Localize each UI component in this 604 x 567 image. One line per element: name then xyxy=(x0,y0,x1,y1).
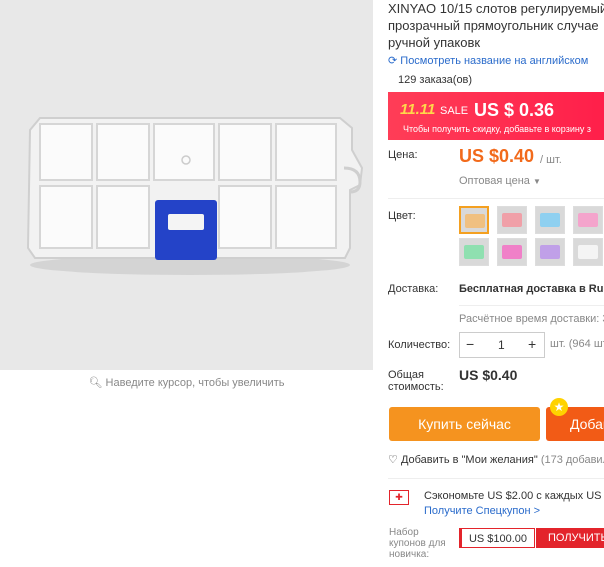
caret-down-icon: ▼ xyxy=(532,177,541,186)
wishlist-link[interactable]: ♡ Добавить в "Мои желания" (173 добавил xyxy=(388,453,604,466)
wishlist-count: (173 добавил xyxy=(540,454,604,466)
translate-link-text[interactable]: Посмотреть название на английском xyxy=(400,55,588,67)
divider xyxy=(388,478,604,479)
wholesale-price-toggle[interactable]: Оптовая цена ▼ xyxy=(459,175,541,187)
sale-label: SALE xyxy=(440,105,469,117)
quantity-input[interactable]: 1 xyxy=(498,338,505,352)
decrement-button[interactable]: − xyxy=(466,336,474,352)
shipping-label: Доставка: xyxy=(388,283,439,295)
color-swatch-green[interactable] xyxy=(459,238,489,266)
color-swatch-red[interactable] xyxy=(497,206,527,234)
swatch-thumbnail xyxy=(502,245,522,259)
color-swatch-orange[interactable] xyxy=(459,206,489,234)
price-unit: / шт. xyxy=(540,154,562,166)
zoom-hint-text: Наведите курсор, чтобы увеличить xyxy=(105,377,285,389)
sale-price: US $ 0.36 xyxy=(474,100,555,120)
star-badge-icon: ★ xyxy=(550,398,568,416)
add-to-cart-label[interactable]: Добав xyxy=(570,416,604,432)
total-label-line: стоимость: xyxy=(388,381,444,393)
zoom-hint: 🔍︎ Наведите курсор, чтобы увеличить xyxy=(0,376,373,389)
coupon-save-text: Сэкономьте US $2.00 с каждых US $15 xyxy=(424,490,604,502)
newbie-label-line: Набор xyxy=(389,527,419,538)
color-label: Цвет: xyxy=(388,210,416,222)
total-label-line: Общая xyxy=(388,369,424,381)
newbie-label-line: купонов для xyxy=(389,538,446,549)
divider xyxy=(388,198,604,199)
quantity-stepper: − 1 + xyxy=(459,332,545,358)
quantity-label: Количество: xyxy=(388,339,451,351)
swatch-thumbnail xyxy=(578,245,598,259)
get-coupon-button[interactable]: ПОЛУЧИТЬ xyxy=(536,528,604,548)
swatch-thumbnail xyxy=(502,213,522,227)
shipping-estimate: Расчётное время доставки: 30 xyxy=(459,313,604,325)
divider xyxy=(459,305,604,306)
heart-icon: ♡ xyxy=(388,454,398,466)
color-swatch-clear[interactable] xyxy=(573,238,603,266)
wishlist-text[interactable]: Добавить в "Мои желания" xyxy=(401,454,538,466)
shipping-value[interactable]: Бесплатная доставка в Russi xyxy=(459,283,604,295)
product-title-line: прозрачный прямоугольник случае xyxy=(388,18,599,33)
product-title-line: ручной упаковк xyxy=(388,35,481,50)
orders-count: 129 заказа(ов) xyxy=(398,74,473,86)
swatch-thumbnail xyxy=(464,245,484,259)
total-value: US $0.40 xyxy=(459,367,518,383)
shipping-estimate-text: Расчётное время доставки: 30 xyxy=(459,313,604,325)
color-swatch-pink[interactable] xyxy=(573,206,603,234)
color-swatch-purple[interactable] xyxy=(535,238,565,266)
newbie-coupons-label: Набор купонов для новичка: xyxy=(389,527,446,560)
newbie-label-line: новичка: xyxy=(389,549,430,560)
add-to-cart-button[interactable]: ★ Добав xyxy=(546,398,604,441)
color-swatch-blue[interactable] xyxy=(535,206,565,234)
shipping-value-text[interactable]: Бесплатная доставка в Russi xyxy=(459,283,604,295)
swatch-thumbnail xyxy=(465,214,485,228)
magnifier-icon: 🔍︎ xyxy=(88,377,103,389)
wholesale-label[interactable]: Оптовая цена xyxy=(459,175,530,187)
buy-now-button[interactable]: Купить сейчас xyxy=(389,407,540,441)
get-coupon-link[interactable]: Получите Спецкупон > xyxy=(424,505,540,517)
sale-banner: 11.11 SALE US $ 0.36 Чтобы получить скид… xyxy=(388,92,604,140)
color-swatch-magenta[interactable] xyxy=(497,238,527,266)
coupon-amount: US $100.00 xyxy=(459,528,535,548)
swatch-thumbnail xyxy=(540,213,560,227)
increment-button[interactable]: + xyxy=(528,336,536,352)
translate-icon: ⟳ xyxy=(388,55,398,67)
price-value: US $0.40 xyxy=(459,146,535,166)
product-title: XINYAO 10/15 слотов регулируемый о прозр… xyxy=(388,0,604,51)
price-label: Цена: xyxy=(388,149,418,161)
total-label: Общая стоимость: xyxy=(388,369,444,393)
coupon-icon: ✚ xyxy=(389,490,409,505)
organizer-box-image xyxy=(26,117,364,275)
product-title-line: XINYAO 10/15 слотов регулируемый о xyxy=(388,1,604,16)
translate-link[interactable]: ⟳ Посмотреть название на английском xyxy=(388,54,588,67)
swatch-thumbnail xyxy=(540,245,560,259)
product-image[interactable] xyxy=(0,0,373,370)
stock-info: шт. (964 шт xyxy=(550,338,604,350)
sale-subtitle: Чтобы получить скидку, добавьте в корзин… xyxy=(403,124,591,134)
swatch-thumbnail xyxy=(578,213,598,227)
sale-tag: 11.11 xyxy=(400,101,436,118)
